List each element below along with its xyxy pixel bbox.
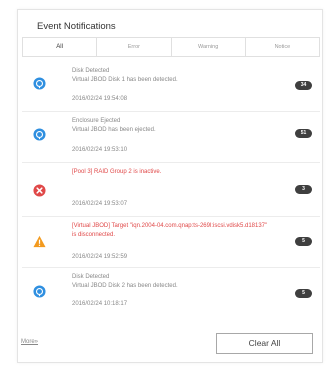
event-count-badge: 3 xyxy=(295,185,312,194)
event-message: [Pool 3] RAID Group 2 is inactive. xyxy=(72,169,162,175)
info-icon xyxy=(33,77,46,90)
event-count-badge: 5 xyxy=(295,289,312,298)
event-count-badge: 5 xyxy=(295,237,312,246)
more-link[interactable]: More» xyxy=(21,339,38,345)
event-timestamp: 2016/02/24 19:54:08 xyxy=(72,96,128,102)
event-item[interactable]: [Pool 3] RAID Group 2 is inactive. 2016/… xyxy=(22,163,320,217)
tab-error[interactable]: Error xyxy=(97,38,172,56)
clear-all-button[interactable]: Clear All xyxy=(216,333,313,354)
info-icon xyxy=(33,128,46,141)
event-message: [Virtual JBOD] Target "iqn.2004-04.com.q… xyxy=(72,223,268,238)
tab-all[interactable]: All xyxy=(23,38,98,56)
event-timestamp: 2016/02/24 19:53:10 xyxy=(72,147,128,153)
panel-title: Event Notifications xyxy=(37,21,116,32)
event-item[interactable]: [Virtual JBOD] Target "iqn.2004-04.com.q… xyxy=(22,217,320,268)
event-item[interactable]: Disk Detected Virtual JBOD Disk 2 has be… xyxy=(22,268,320,319)
event-timestamp: 2016/02/24 19:53:07 xyxy=(72,201,128,207)
event-item[interactable]: Enclosure Ejected Virtual JBOD has been … xyxy=(22,112,320,163)
event-message: Disk Detected Virtual JBOD Disk 2 has be… xyxy=(72,274,178,289)
event-message: Disk Detected Virtual JBOD Disk 1 has be… xyxy=(72,68,178,83)
tab-warning[interactable]: Warning xyxy=(172,38,246,56)
tab-notice[interactable]: Notice xyxy=(246,38,319,56)
info-icon xyxy=(33,285,46,298)
error-icon xyxy=(33,184,46,197)
event-count-badge: 51 xyxy=(295,129,312,138)
filter-tabs: All Error Warning Notice xyxy=(22,37,320,57)
warning-icon xyxy=(33,235,46,248)
event-item[interactable]: Disk Detected Virtual JBOD Disk 1 has be… xyxy=(22,61,320,112)
event-timestamp: 2016/02/24 10:18:17 xyxy=(72,301,128,307)
event-timestamp: 2016/02/24 19:52:59 xyxy=(72,254,128,260)
event-message: Enclosure Ejected Virtual JBOD has been … xyxy=(72,118,156,133)
event-notifications-panel: Event Notifications All Error Warning No… xyxy=(17,9,323,363)
event-count-badge: 34 xyxy=(295,81,312,90)
